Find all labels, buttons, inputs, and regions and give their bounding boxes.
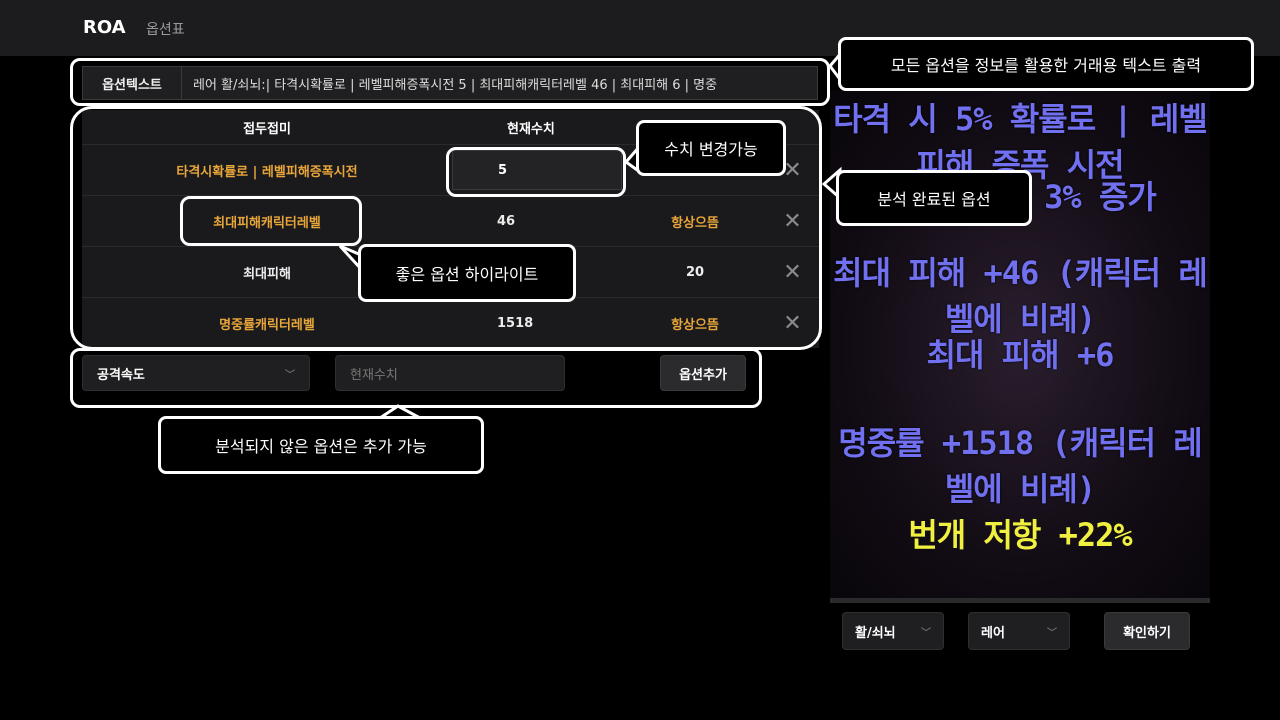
callout-text-output: 모든 옵션을 정보를 활용한 거래용 텍스트 출력 [838, 37, 1254, 91]
callout-unanalyzed: 분석되지 않은 옵션은 추가 가능 [158, 416, 484, 474]
callout-value-change: 수치 변경가능 [636, 120, 786, 176]
annotation-pointers [338, 47, 844, 420]
callout-highlight: 좋은 옵션 하이라이트 [358, 244, 576, 302]
callout-analyzed: 분석 완료된 옵션 [836, 170, 1032, 226]
